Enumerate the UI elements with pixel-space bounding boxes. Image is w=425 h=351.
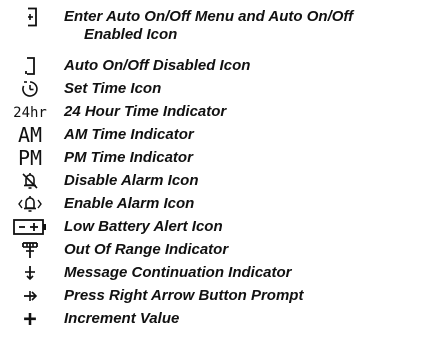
auto-on-off-disabled-icon — [8, 55, 52, 77]
disable-alarm-icon — [8, 170, 52, 192]
legend-label: Enter Auto On/Off Menu and Auto On/Off E… — [64, 8, 420, 44]
legend-label: Press Right Arrow Button Prompt — [64, 287, 304, 304]
legend-label-line1: Enter Auto On/Off Menu and Auto On/Off — [64, 8, 354, 25]
pm-glyph: PM — [18, 146, 42, 170]
low-battery-icon — [8, 216, 52, 238]
24-hour-glyph: 24hr — [13, 105, 47, 121]
legend-label: Auto On/Off Disabled Icon — [64, 57, 251, 74]
legend-label: PM Time Indicator — [64, 149, 193, 166]
pm-indicator-icon: PM — [8, 146, 52, 170]
legend-label-line2: Enabled Icon — [84, 26, 178, 43]
enable-alarm-icon — [8, 193, 52, 215]
antenna-icon — [8, 239, 52, 261]
legend-label: Out Of Range Indicator — [64, 241, 229, 258]
right-arrow-icon — [8, 285, 52, 307]
am-glyph: AM — [18, 123, 42, 147]
legend-label: Low Battery Alert Icon — [64, 218, 223, 235]
legend-label: AM Time Indicator — [64, 126, 194, 143]
legend-label: Disable Alarm Icon — [64, 172, 199, 189]
set-time-icon — [8, 78, 52, 100]
legend-label: Message Continuation Indicator — [64, 264, 292, 281]
24-hour-indicator-icon: 24hr — [8, 101, 52, 123]
legend-label: Increment Value — [64, 310, 180, 327]
legend-label: Set Time Icon — [64, 80, 162, 97]
legend-label: 24 Hour Time Indicator — [64, 103, 227, 120]
am-indicator-icon: AM — [8, 123, 52, 147]
plus-glyph: + — [23, 307, 36, 332]
auto-on-off-enabled-icon — [8, 6, 52, 28]
legend-label: Enable Alarm Icon — [64, 195, 195, 212]
plus-icon: + — [8, 307, 52, 332]
down-arrow-icon — [8, 262, 52, 284]
